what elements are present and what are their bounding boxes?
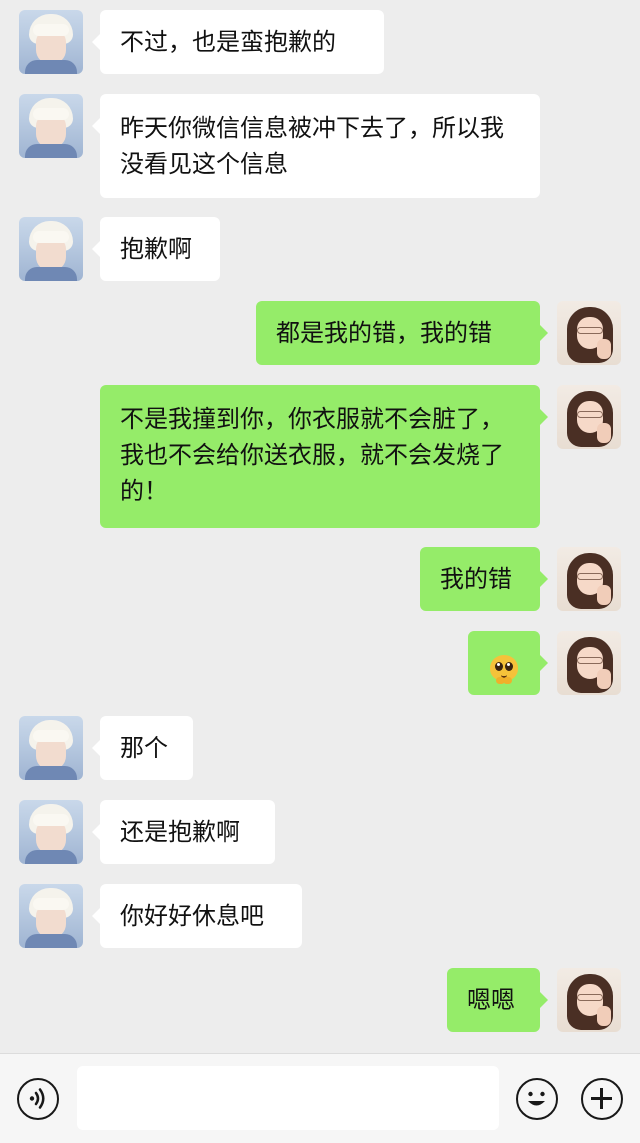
contact-avatar[interactable] — [19, 884, 83, 948]
message-bubble[interactable]: 不过，也是蛮抱歉的 — [92, 10, 384, 74]
contact-avatar[interactable] — [19, 800, 83, 864]
chat-screen: 不过，也是蛮抱歉的 昨天你微信信息被冲下去了，所以我没看见这个信息 抱歉啊 都是… — [0, 0, 640, 1143]
user-avatar[interactable] — [557, 547, 621, 611]
contact-avatar[interactable] — [19, 10, 83, 74]
message-bubble[interactable]: 都是我的错，我的错 — [256, 301, 548, 365]
message-bubble[interactable]: 那个 — [92, 716, 193, 780]
message-bubble[interactable]: 嗯嗯 — [447, 968, 548, 1032]
message-bubble[interactable]: 我的错 — [420, 547, 548, 611]
pleading-face-emoji-icon — [490, 655, 518, 684]
voice-icon[interactable] — [17, 1078, 59, 1120]
message-bubble[interactable]: 还是抱歉啊 — [92, 800, 275, 864]
message-bubble[interactable]: 昨天你微信信息被冲下去了，所以我没看见这个信息 — [92, 94, 540, 198]
message-list[interactable]: 不过，也是蛮抱歉的 昨天你微信信息被冲下去了，所以我没看见这个信息 抱歉啊 都是… — [0, 0, 640, 1053]
message-bubble[interactable] — [468, 631, 548, 695]
message-bubble[interactable]: 你好好休息吧 — [92, 884, 302, 948]
emoji-icon[interactable] — [516, 1078, 558, 1120]
message-bubble[interactable]: 抱歉啊 — [92, 217, 220, 281]
contact-avatar[interactable] — [19, 716, 83, 780]
message-bubble[interactable]: 不是我撞到你，你衣服就不会脏了，我也不会给你送衣服，就不会发烧了的！ — [100, 385, 548, 528]
contact-avatar[interactable] — [19, 94, 83, 158]
user-avatar[interactable] — [557, 631, 621, 695]
user-avatar[interactable] — [557, 968, 621, 1032]
user-avatar[interactable] — [557, 385, 621, 449]
plus-icon[interactable] — [581, 1078, 623, 1120]
input-bar — [0, 1053, 640, 1143]
user-avatar[interactable] — [557, 301, 621, 365]
message-input[interactable] — [77, 1066, 499, 1130]
contact-avatar[interactable] — [19, 217, 83, 281]
